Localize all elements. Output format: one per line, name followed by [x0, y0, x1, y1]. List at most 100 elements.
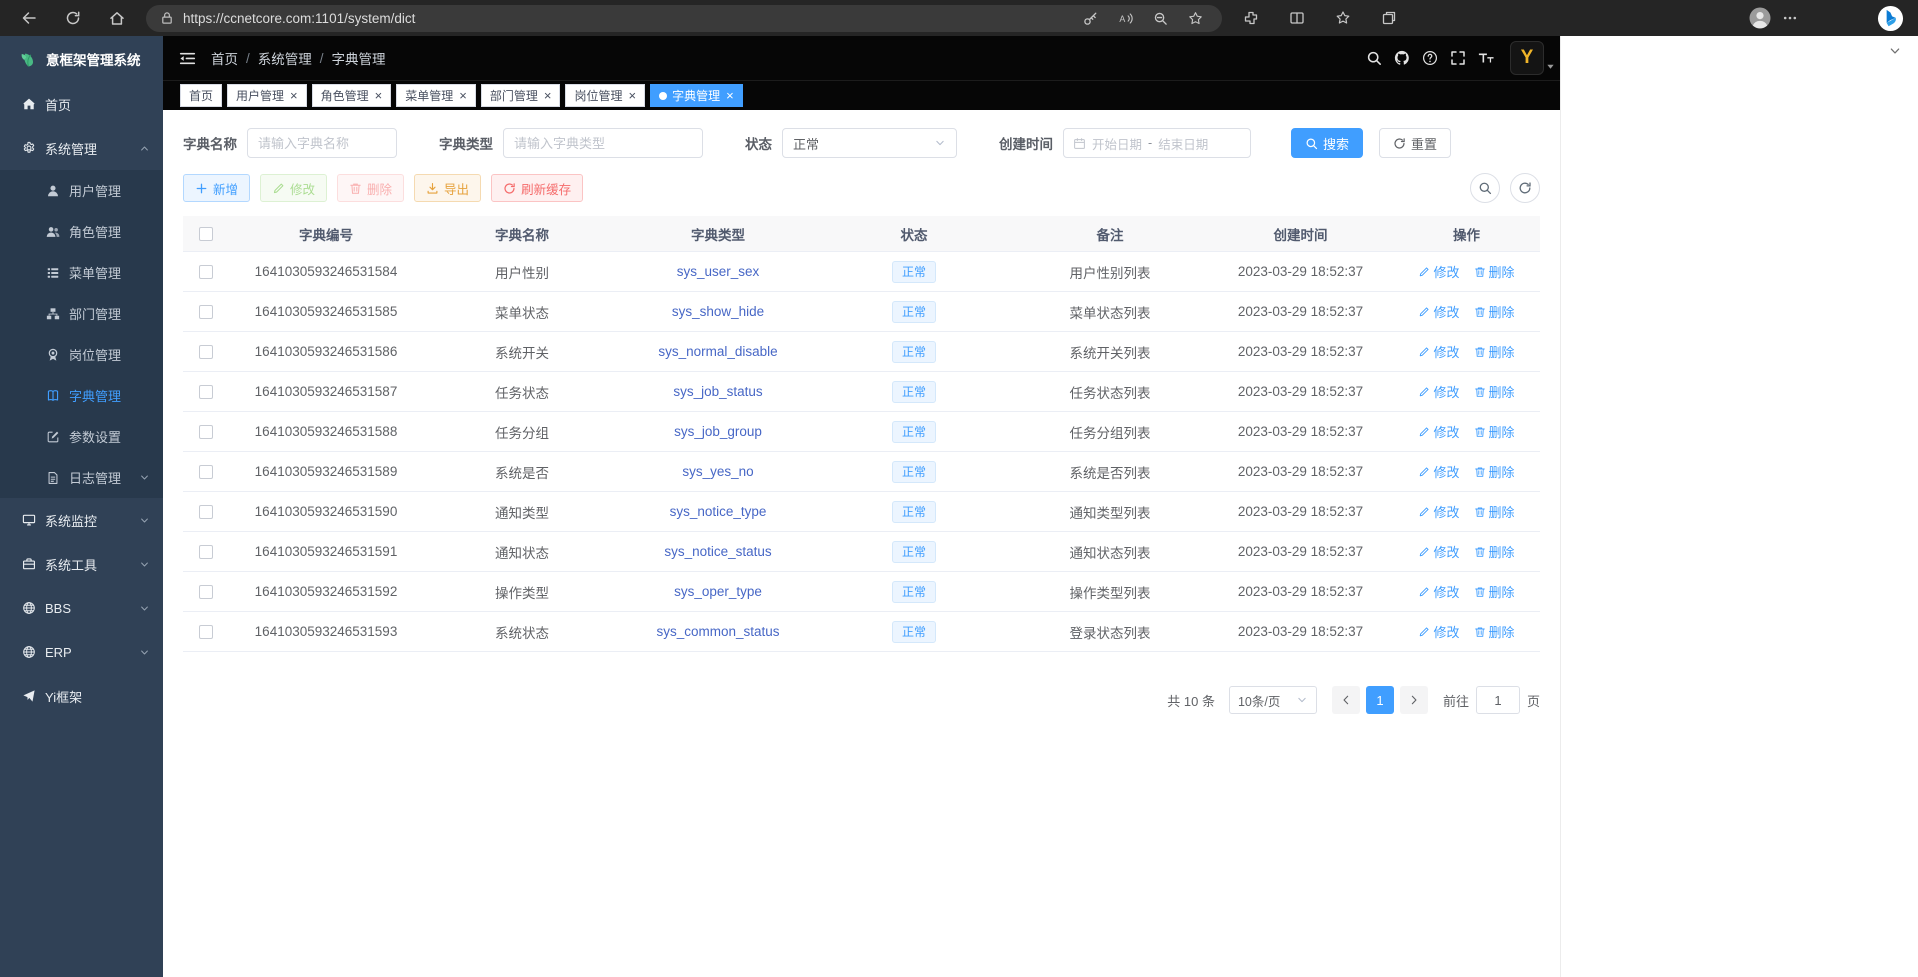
- tab-menu-management[interactable]: 菜单管理 ×: [396, 84, 476, 107]
- tab-dept-management[interactable]: 部门管理 ×: [481, 84, 561, 107]
- breadcrumb-item[interactable]: 首页: [211, 48, 238, 68]
- next-page-button[interactable]: [1400, 686, 1428, 714]
- edit-link[interactable]: 修改: [1418, 262, 1459, 281]
- sidebar-item-system-monitor[interactable]: 系统监控: [0, 498, 163, 542]
- browser-menu-icon[interactable]: [1775, 4, 1805, 32]
- delete-link[interactable]: 删除: [1474, 582, 1515, 601]
- zoom-out-icon[interactable]: [1147, 4, 1173, 32]
- tab-home[interactable]: 首页 ×: [180, 84, 222, 107]
- row-checkbox[interactable]: [199, 425, 213, 439]
- edit-link[interactable]: 修改: [1418, 542, 1459, 561]
- close-icon[interactable]: ×: [726, 89, 734, 102]
- edit-link[interactable]: 修改: [1418, 422, 1459, 441]
- question-icon[interactable]: [1422, 50, 1438, 66]
- row-checkbox[interactable]: [199, 625, 213, 639]
- dict-type-link[interactable]: sys_show_hide: [672, 304, 764, 319]
- close-icon[interactable]: ×: [459, 89, 467, 102]
- dict-type-link[interactable]: sys_yes_no: [682, 464, 753, 479]
- edit-link[interactable]: 修改: [1418, 502, 1459, 521]
- profile-avatar[interactable]: [1745, 4, 1775, 32]
- sidebar-item-home[interactable]: 首页: [0, 82, 163, 126]
- export-button[interactable]: 导出: [414, 174, 481, 202]
- tab-role-management[interactable]: 角色管理 ×: [312, 84, 392, 107]
- row-checkbox[interactable]: [199, 585, 213, 599]
- prev-page-button[interactable]: [1332, 686, 1360, 714]
- address-bar[interactable]: https://ccnetcore.com:1101/system/dict A: [146, 5, 1222, 32]
- dict-type-link[interactable]: sys_job_status: [673, 384, 762, 399]
- delete-link[interactable]: 删除: [1474, 382, 1515, 401]
- date-range-picker[interactable]: 开始日期 - 结束日期: [1063, 128, 1251, 158]
- delete-link[interactable]: 删除: [1474, 422, 1515, 441]
- search-icon[interactable]: [1366, 50, 1382, 66]
- add-button[interactable]: 新增: [183, 174, 250, 202]
- edit-link[interactable]: 修改: [1418, 582, 1459, 601]
- goto-page-input[interactable]: [1476, 686, 1520, 714]
- tab-dict-management[interactable]: 字典管理 ×: [650, 84, 743, 107]
- search-button[interactable]: 搜索: [1291, 128, 1363, 158]
- dict-type-link[interactable]: sys_job_group: [674, 424, 762, 439]
- close-icon[interactable]: ×: [544, 89, 552, 102]
- delete-link[interactable]: 删除: [1474, 342, 1515, 361]
- dict-type-link[interactable]: sys_user_sex: [677, 264, 760, 279]
- refresh-icon[interactable]: [58, 4, 88, 32]
- row-checkbox[interactable]: [199, 465, 213, 479]
- delete-link[interactable]: 删除: [1474, 542, 1515, 561]
- row-checkbox[interactable]: [199, 385, 213, 399]
- fullscreen-icon[interactable]: [1450, 50, 1466, 66]
- row-checkbox[interactable]: [199, 305, 213, 319]
- dict-type-link[interactable]: sys_normal_disable: [658, 344, 777, 359]
- read-aloud-icon[interactable]: A: [1112, 4, 1138, 32]
- page-size-select[interactable]: 10条/页: [1229, 686, 1317, 714]
- collections-icon[interactable]: [1374, 4, 1404, 32]
- back-icon[interactable]: [14, 4, 44, 32]
- github-icon[interactable]: [1394, 50, 1410, 66]
- font-size-icon[interactable]: [1478, 50, 1494, 66]
- page-number-button[interactable]: 1: [1366, 686, 1394, 714]
- row-checkbox[interactable]: [199, 545, 213, 559]
- edit-button[interactable]: 修改: [260, 174, 327, 202]
- dict-type-input[interactable]: [503, 128, 703, 158]
- dict-type-link[interactable]: sys_notice_type: [670, 504, 767, 519]
- refresh-cache-button[interactable]: 刷新缓存: [491, 174, 583, 202]
- sidebar-item-bbs[interactable]: BBS: [0, 586, 163, 630]
- delete-link[interactable]: 删除: [1474, 622, 1515, 641]
- sidebar-item-dict-management[interactable]: 字典管理: [0, 375, 163, 416]
- toggle-search-button[interactable]: [1470, 173, 1500, 203]
- sidebar-item-yi-framework[interactable]: Yi框架: [0, 674, 163, 718]
- sidebar-item-role-management[interactable]: 角色管理: [0, 211, 163, 252]
- sidebar-item-dept-management[interactable]: 部门管理: [0, 293, 163, 334]
- delete-link[interactable]: 删除: [1474, 302, 1515, 321]
- edit-link[interactable]: 修改: [1418, 302, 1459, 321]
- delete-link[interactable]: 删除: [1474, 502, 1515, 521]
- tab-post-management[interactable]: 岗位管理 ×: [565, 84, 645, 107]
- tab-user-management[interactable]: 用户管理 ×: [227, 84, 307, 107]
- status-select[interactable]: 正常: [782, 128, 957, 158]
- row-checkbox[interactable]: [199, 505, 213, 519]
- browser-home-icon[interactable]: [102, 4, 132, 32]
- sidebar-item-post-management[interactable]: 岗位管理: [0, 334, 163, 375]
- menu-fold-icon[interactable]: [179, 50, 196, 67]
- breadcrumb-item[interactable]: 系统管理: [258, 48, 312, 68]
- refresh-table-button[interactable]: [1510, 173, 1540, 203]
- edit-link[interactable]: 修改: [1418, 622, 1459, 641]
- sidebar-item-param-settings[interactable]: 参数设置: [0, 416, 163, 457]
- close-icon[interactable]: ×: [375, 89, 383, 102]
- breadcrumb-item[interactable]: 字典管理: [332, 48, 386, 68]
- sidebar-item-log-management[interactable]: 日志管理: [0, 457, 163, 498]
- dict-type-link[interactable]: sys_common_status: [656, 624, 779, 639]
- reset-button[interactable]: 重置: [1379, 128, 1451, 158]
- extensions-icon[interactable]: [1236, 4, 1266, 32]
- panel-collapse-icon[interactable]: [1888, 44, 1902, 58]
- delete-link[interactable]: 删除: [1474, 462, 1515, 481]
- delete-button[interactable]: 删除: [337, 174, 404, 202]
- edit-link[interactable]: 修改: [1418, 462, 1459, 481]
- sidebar-item-user-management[interactable]: 用户管理: [0, 170, 163, 211]
- key-icon[interactable]: [1077, 4, 1103, 32]
- sidebar-item-erp[interactable]: ERP: [0, 630, 163, 674]
- bing-sidebar-icon[interactable]: [1877, 5, 1904, 32]
- close-icon[interactable]: ×: [290, 89, 298, 102]
- delete-link[interactable]: 删除: [1474, 262, 1515, 281]
- favorites-bar-icon[interactable]: [1328, 4, 1358, 32]
- split-screen-icon[interactable]: [1282, 4, 1312, 32]
- edit-link[interactable]: 修改: [1418, 382, 1459, 401]
